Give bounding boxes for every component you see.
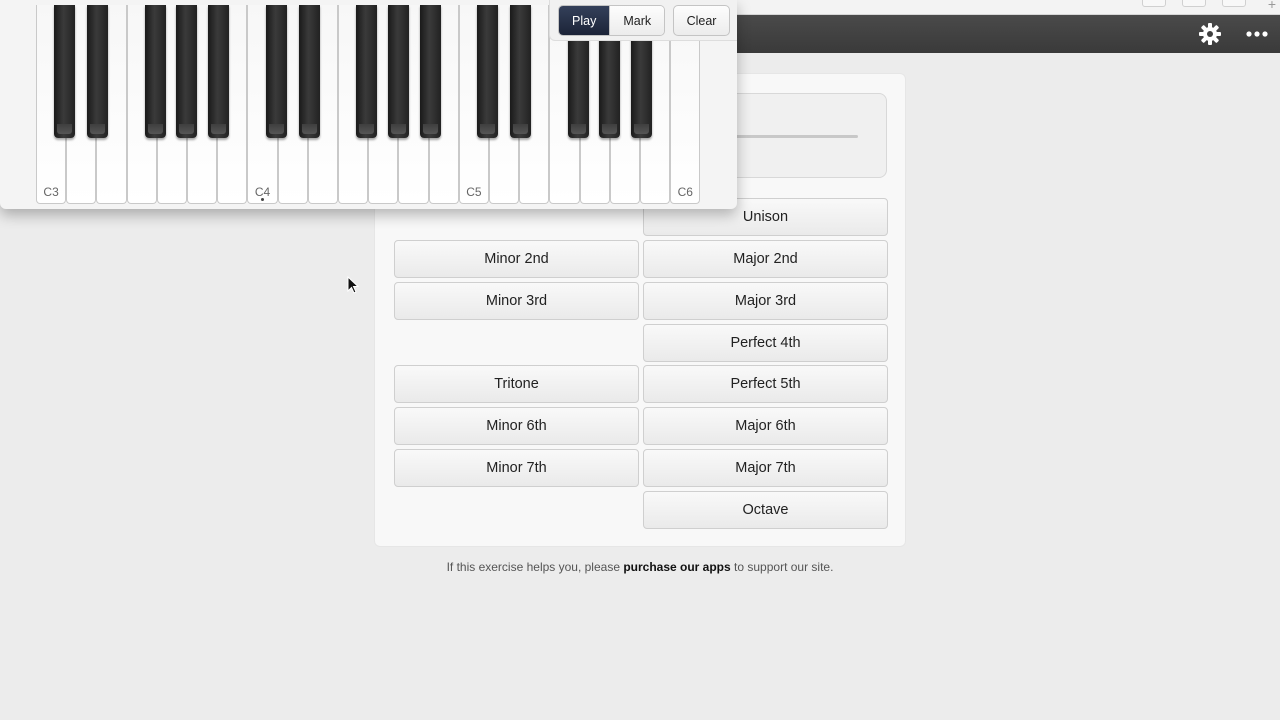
play-button[interactable]: Play (559, 6, 610, 35)
black-key[interactable] (265, 5, 287, 138)
black-key[interactable] (387, 5, 409, 138)
answer-perfect-5th-button[interactable]: Perfect 5th (643, 365, 888, 403)
support-note: If this exercise helps you, please purch… (374, 560, 906, 574)
black-key[interactable] (144, 5, 166, 138)
piano-popup: C3 C4 C5 C6 Play Mark Clear (0, 0, 737, 209)
progress-line (718, 135, 858, 138)
new-tab-icon[interactable]: + (1268, 0, 1276, 12)
answer-major-2nd-button[interactable]: Major 2nd (643, 240, 888, 278)
black-key[interactable] (54, 5, 76, 138)
octave-label: C4 (254, 185, 271, 199)
black-key[interactable] (208, 5, 230, 138)
toolbar-button[interactable] (1182, 0, 1206, 7)
mouse-cursor-icon (347, 276, 359, 294)
answer-minor-2nd-button[interactable]: Minor 2nd (394, 240, 639, 278)
black-key[interactable] (419, 5, 441, 138)
black-key[interactable] (298, 5, 320, 138)
black-key[interactable] (510, 5, 532, 138)
more-icon[interactable] (1244, 21, 1270, 47)
answer-octave-button[interactable]: Octave (643, 491, 888, 529)
octave-label: C5 (466, 185, 482, 199)
purchase-apps-link[interactable]: purchase our apps (623, 560, 730, 574)
answer-major-7th-button[interactable]: Major 7th (643, 449, 888, 487)
black-key[interactable] (476, 5, 498, 138)
answer-minor-7th-button[interactable]: Minor 7th (394, 449, 639, 487)
clear-button[interactable]: Clear (673, 5, 730, 36)
answer-tritone-button[interactable]: Tritone (394, 365, 639, 403)
mode-segmented-control: Play Mark (558, 5, 666, 36)
black-key[interactable] (356, 5, 378, 138)
answer-major-6th-button[interactable]: Major 6th (643, 407, 888, 445)
answer-major-3rd-button[interactable]: Major 3rd (643, 282, 888, 320)
toolbar-button[interactable] (1222, 0, 1246, 7)
middle-c-marker (261, 198, 264, 201)
octave-label: C3 (43, 185, 59, 199)
answer-minor-6th-button[interactable]: Minor 6th (394, 407, 639, 445)
answer-perfect-4th-button[interactable]: Perfect 4th (643, 324, 888, 362)
toolbar-button[interactable] (1142, 0, 1166, 7)
octave-label: C6 (677, 185, 693, 199)
support-note-text-after: to support our site. (730, 560, 834, 574)
support-note-text-before: If this exercise helps you, please (446, 560, 624, 574)
piano-toolbar: Play Mark Clear (549, 0, 737, 41)
gear-icon[interactable] (1197, 21, 1223, 47)
answer-minor-3rd-button[interactable]: Minor 3rd (394, 282, 639, 320)
black-key[interactable] (176, 5, 198, 138)
black-key[interactable] (87, 5, 109, 138)
mark-button[interactable]: Mark (609, 6, 665, 35)
